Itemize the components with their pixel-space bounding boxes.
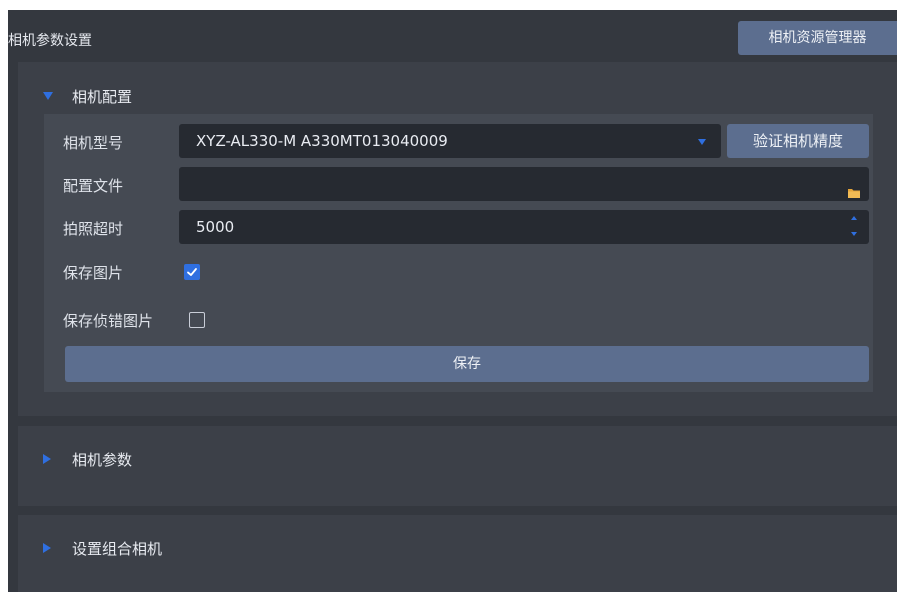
save-error-image-checkbox[interactable]: [189, 312, 205, 328]
dropdown-arrow-icon: [697, 124, 707, 158]
capture-timeout-spinbox[interactable]: 5000: [179, 210, 869, 244]
combo-camera-section: 设置组合相机: [18, 515, 897, 592]
combo-camera-header[interactable]: 设置组合相机: [42, 536, 162, 560]
camera-model-label: 相机型号: [63, 134, 124, 152]
camera-model-select[interactable]: XYZ-AL330-M A330MT013040009: [179, 124, 721, 158]
checkmark-icon: [187, 268, 197, 276]
camera-settings-window: 相机参数设置 相机资源管理器 相机配置 相机型号 XYZ-AL330-M A33…: [8, 10, 897, 592]
verify-camera-accuracy-button[interactable]: 验证相机精度: [727, 124, 869, 158]
capture-timeout-label: 拍照超时: [63, 220, 124, 238]
triangle-right-icon: [42, 453, 56, 465]
camera-params-title: 相机参数: [72, 450, 133, 469]
capture-timeout-value: 5000: [196, 218, 235, 236]
camera-config-section: 相机配置 相机型号 XYZ-AL330-M A330MT013040009 验证…: [18, 62, 897, 416]
triangle-down-icon: [42, 91, 56, 101]
window-title: 相机参数设置: [8, 33, 92, 49]
config-file-label: 配置文件: [63, 177, 124, 195]
camera-params-section: 相机参数: [18, 426, 897, 506]
config-file-input[interactable]: [179, 167, 869, 201]
camera-config-header[interactable]: 相机配置: [42, 84, 132, 108]
save-image-label: 保存图片: [63, 264, 124, 282]
spinner-down-icon[interactable]: [850, 231, 858, 237]
save-button[interactable]: 保存: [65, 346, 869, 382]
title-bar: 相机参数设置 相机资源管理器: [8, 10, 897, 60]
camera-model-value: XYZ-AL330-M A330MT013040009: [196, 132, 448, 150]
camera-config-panel: 相机型号 XYZ-AL330-M A330MT013040009 验证相机精度 …: [44, 114, 873, 392]
folder-icon[interactable]: [847, 177, 861, 198]
save-image-checkbox[interactable]: [184, 264, 200, 280]
triangle-right-icon: [42, 542, 56, 554]
camera-resource-manager-button[interactable]: 相机资源管理器: [738, 21, 897, 55]
camera-config-title: 相机配置: [72, 87, 133, 106]
spinner-up-icon[interactable]: [850, 215, 858, 221]
camera-params-header[interactable]: 相机参数: [42, 447, 132, 471]
combo-camera-title: 设置组合相机: [72, 539, 163, 558]
save-error-image-label: 保存侦错图片: [63, 312, 154, 330]
